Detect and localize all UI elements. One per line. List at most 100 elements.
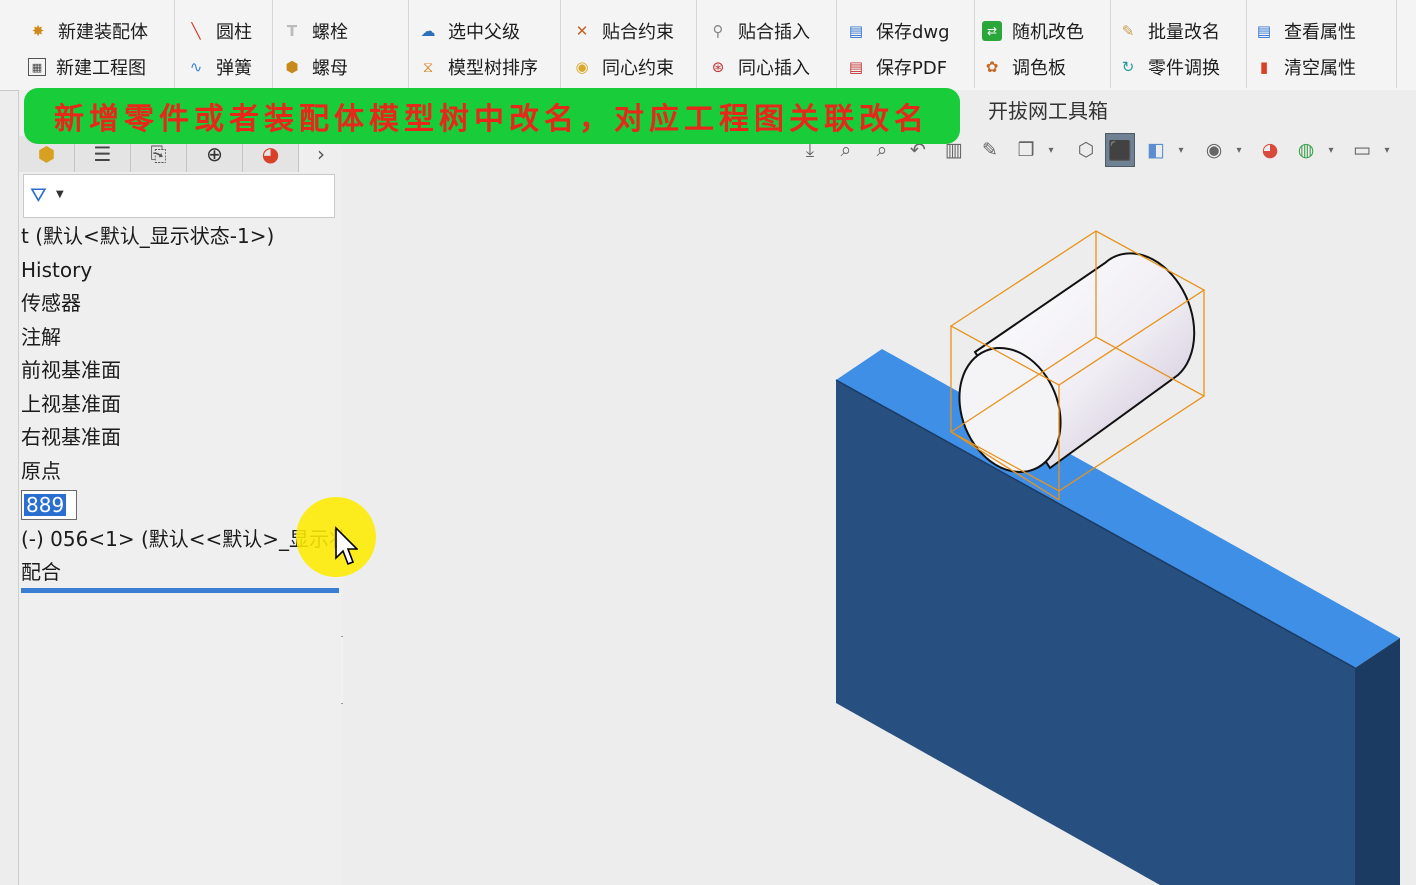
coincident-mate-button[interactable]: ✕ 贴合约束 [572, 17, 674, 45]
clear-properties-button[interactable]: ▮ 清空属性 [1254, 53, 1356, 81]
coincident-insert-button[interactable]: ⚲ 贴合插入 [708, 17, 811, 45]
wireframe-button[interactable]: ⬡ [1071, 133, 1101, 167]
palette-button[interactable]: ✿ 调色板 [982, 53, 1066, 81]
coincident-mate-icon: ✕ [575, 21, 589, 40]
part-swap-button[interactable]: ↻ 零件调换 [1118, 53, 1220, 81]
select-parent-label: 选中父级 [448, 22, 520, 43]
tree-item-mates[interactable]: 配合 [21, 557, 61, 587]
batch-rename-label: 批量改名 [1148, 22, 1220, 43]
block-side-face[interactable] [1355, 638, 1400, 885]
shaded-button[interactable]: ⬛ [1105, 133, 1135, 167]
ribbon-column-color: ⇄ 随机改色 ✿ 调色板 [974, 0, 1111, 88]
rename-input[interactable]: 889 [21, 490, 77, 520]
edit-appearance-button[interactable]: ◕ [1255, 133, 1285, 167]
scene-icon: ◍ [1297, 139, 1315, 161]
view-orientation-icon: ❒ [1017, 139, 1035, 161]
tree-item-right-plane[interactable]: 右视基准面 [21, 422, 121, 452]
display-style-dropdown[interactable]: ▾ [1173, 133, 1189, 167]
nut-button[interactable]: ⬢ 螺母 [282, 53, 348, 81]
rename-selected-text: 889 [24, 493, 67, 517]
save-dwg-label: 保存dwg [876, 22, 950, 43]
coincident-insert-icon: ⚲ [712, 21, 724, 40]
graphics-area[interactable] [343, 90, 1416, 885]
shaded-cube-icon: ⬛ [1108, 139, 1132, 162]
concentric-insert-button[interactable]: ⊛ 同心插入 [708, 53, 810, 81]
ribbon-column-export: ▤ 保存dwg ▤ 保存PDF [836, 0, 975, 88]
random-color-button[interactable]: ⇄ 随机改色 [982, 17, 1084, 45]
view-properties-button[interactable]: ▤ 查看属性 [1254, 17, 1356, 45]
tree-sort-icon: ⧖ [422, 57, 434, 76]
save-pdf-label: 保存PDF [876, 58, 948, 79]
new-drawing-label: 新建工程图 [56, 58, 146, 79]
ribbon-column-insert: ⚲ 贴合插入 ⊛ 同心插入 [696, 0, 837, 88]
part-swap-icon: ↻ [1121, 57, 1135, 76]
tree-filter[interactable]: ⛛ ▼ [23, 174, 335, 218]
ribbon-column-fasteners: T 螺栓 ⬢ 螺母 [272, 0, 409, 88]
new-assembly-label: 新建装配体 [58, 22, 148, 43]
spring-button[interactable]: ∿ 弹簧 [186, 53, 252, 81]
scene-dropdown[interactable]: ▾ [1323, 133, 1339, 167]
tree-item-top-plane[interactable]: 上视基准面 [21, 389, 121, 419]
save-pdf-icon: ▤ [848, 57, 864, 76]
hide-show-button[interactable]: ◉ [1199, 133, 1229, 167]
new-assembly-button[interactable]: ✸ 新建装配体 [28, 17, 148, 45]
tree-item-annotations[interactable]: 注解 [21, 322, 61, 352]
tree-item-component[interactable]: (-) 056<1> (默认<<默认>_显示状 [21, 524, 343, 554]
view-settings-dropdown[interactable]: ▾ [1379, 133, 1395, 167]
tree-sort-button[interactable]: ⧖ 模型树排序 [418, 53, 538, 81]
save-dwg-icon: ▤ [848, 21, 864, 40]
display-style-icon: ◧ [1147, 139, 1165, 161]
nut-label: 螺母 [312, 58, 348, 79]
concentric-mate-button[interactable]: ◉ 同心约束 [572, 53, 674, 81]
view-properties-icon: ▤ [1256, 21, 1272, 40]
coincident-insert-label: 贴合插入 [738, 22, 810, 43]
batch-rename-icon: ✎ [1121, 21, 1135, 40]
toolbox-title: 开拔网工具箱 [988, 99, 1108, 123]
clear-properties-icon: ▮ [1259, 57, 1269, 76]
caption-banner: 新增零件或者装配体模型树中改名，对应工程图关联改名 [24, 88, 960, 144]
ribbon-column-properties: ▤ 查看属性 ▮ 清空属性 [1246, 0, 1397, 88]
batch-rename-button[interactable]: ✎ 批量改名 [1118, 17, 1220, 45]
block-front-face[interactable] [836, 380, 1355, 885]
concentric-insert-label: 同心插入 [738, 58, 810, 79]
view-settings-button[interactable]: ▭ [1347, 133, 1377, 167]
save-dwg-button[interactable]: ▤ 保存dwg [846, 17, 950, 45]
scene-button[interactable]: ◍ [1291, 133, 1321, 167]
new-drawing-button[interactable]: ▦ 新建工程图 [28, 53, 146, 81]
tree-root[interactable]: t (默认<默认_显示状态-1>) [21, 221, 274, 251]
palette-icon: ✿ [985, 57, 999, 76]
dynamic-annotation-button[interactable]: ✎ [975, 133, 1005, 167]
tree-item-origin[interactable]: 原点 [21, 456, 61, 486]
view-orientation-dropdown[interactable]: ▾ [1043, 133, 1059, 167]
part-swap-label: 零件调换 [1148, 58, 1220, 79]
chevron-down-icon: ▾ [1048, 144, 1054, 156]
wireframe-icon: ⬡ [1077, 139, 1095, 161]
select-parent-button[interactable]: ☁ 选中父级 [418, 17, 521, 45]
random-color-icon: ⇄ [982, 21, 1002, 41]
part-icon: ⬢ [37, 142, 56, 166]
crosshair-icon: ⊕ [206, 142, 223, 166]
cylinder-button[interactable]: ╲ 圆柱 [186, 17, 252, 45]
chevron-down-icon: ▼ [56, 189, 64, 200]
bolt-icon: T [286, 21, 298, 40]
ribbon-column-mates: ✕ 贴合约束 ◉ 同心约束 [560, 0, 697, 88]
annotation-icon: ✎ [982, 139, 998, 161]
appearance-icon: ◕ [1261, 139, 1279, 161]
bolt-button[interactable]: T 螺栓 [282, 17, 348, 45]
appearance-icon: ◕ [261, 142, 280, 166]
hide-show-dropdown[interactable]: ▾ [1231, 133, 1247, 167]
chevron-down-icon: ▾ [1236, 144, 1242, 156]
save-pdf-button[interactable]: ▤ 保存PDF [846, 53, 947, 81]
tree-item-front-plane[interactable]: 前视基准面 [21, 355, 121, 385]
assembly-icon: ✸ [31, 21, 45, 40]
tree-insert-marker [21, 588, 339, 593]
spring-icon: ∿ [189, 57, 203, 76]
chevron-down-icon: ▾ [1384, 144, 1390, 156]
chevron-right-icon: › [317, 142, 325, 166]
display-style-button[interactable]: ◧ [1141, 133, 1171, 167]
spring-label: 弹簧 [216, 58, 252, 79]
tree-item-sensors[interactable]: 传感器 [21, 288, 81, 318]
tree-item-history[interactable]: History [21, 255, 92, 285]
concentric-mate-icon: ◉ [575, 57, 589, 76]
view-orientation-button[interactable]: ❒ [1011, 133, 1041, 167]
